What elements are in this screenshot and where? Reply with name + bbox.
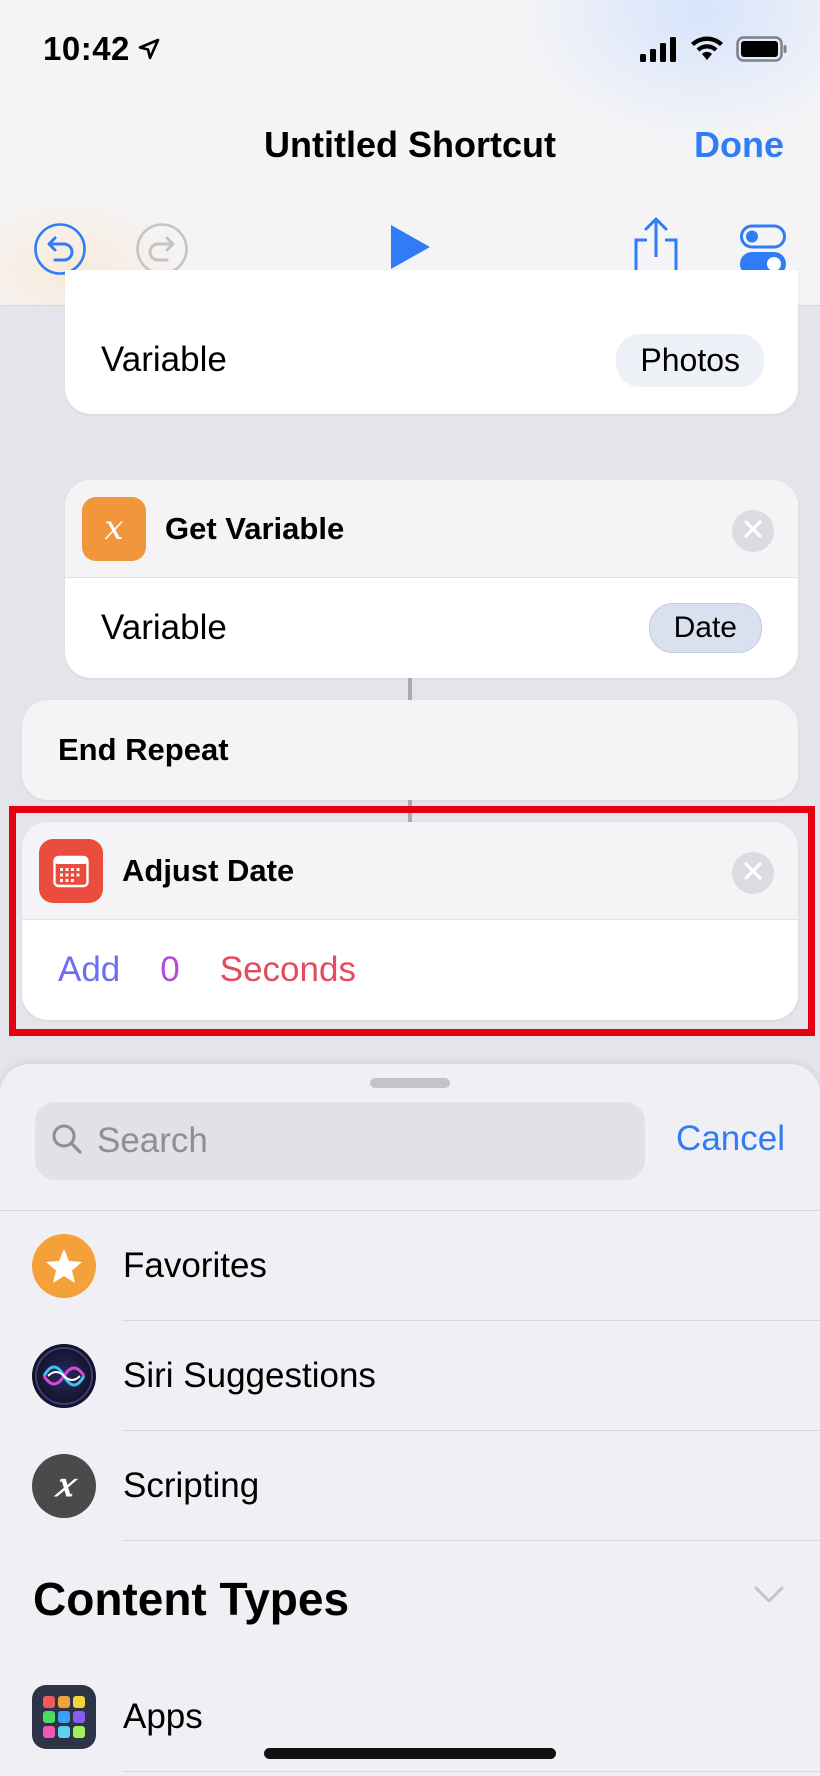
list-item-label: Apps — [123, 1697, 203, 1736]
variable-token-photos[interactable]: Photos — [616, 333, 764, 387]
search-input[interactable] — [97, 1121, 597, 1161]
list-item-label: Favorites — [123, 1246, 267, 1285]
svg-text:𝑥: 𝑥 — [53, 1466, 79, 1504]
variable-label: Variable — [101, 340, 227, 379]
variable-x-icon: 𝑥 — [82, 496, 146, 561]
svg-text:𝑥: 𝑥 — [104, 509, 123, 548]
highlight-box — [9, 806, 815, 1036]
navigation-header: 10:42 Untitled Shortcut Done — [0, 0, 820, 306]
get-variable-row: Variable Date — [65, 578, 798, 678]
set-variable-card[interactable]: Variable Photos — [65, 270, 798, 414]
get-variable-header: 𝑥 Get Variable — [65, 480, 798, 578]
end-repeat-card[interactable]: End Repeat — [22, 700, 798, 800]
variable-token-date[interactable]: Date — [648, 603, 762, 653]
list-item-label: Siri Suggestions — [123, 1356, 376, 1395]
sheet-grabber[interactable] — [370, 1078, 450, 1088]
list-item-label: Scripting — [123, 1466, 260, 1505]
list-item-siri-suggestions[interactable]: Siri Suggestions — [0, 1321, 820, 1431]
wifi-icon — [690, 36, 724, 67]
section-title-content-types: Content Types — [33, 1573, 350, 1625]
status-bar-indicators — [640, 36, 788, 67]
cellular-signal-icon — [640, 36, 678, 67]
apps-grid-icon — [32, 1685, 96, 1749]
search-bar[interactable] — [35, 1102, 645, 1180]
remove-get-variable-button[interactable] — [732, 510, 774, 552]
list-item-favorites[interactable]: Favorites — [0, 1211, 820, 1321]
status-bar-time: 10:42 — [43, 30, 160, 68]
get-variable-card[interactable]: 𝑥 Get Variable Variable Date — [65, 480, 798, 678]
battery-icon — [736, 36, 788, 67]
status-time-text: 10:42 — [43, 30, 130, 67]
run-button[interactable] — [386, 222, 434, 277]
list-item-scripting[interactable]: 𝑥 Scripting — [0, 1431, 820, 1541]
play-icon — [386, 222, 434, 277]
row-separator — [122, 1540, 820, 1541]
action-picker-sheet: Cancel Favorites Siri Suggestions 𝑥 S — [0, 1064, 820, 1776]
flow-connector — [408, 678, 412, 700]
done-button[interactable]: Done — [694, 124, 784, 166]
variable-label: Variable — [101, 608, 227, 647]
end-repeat-title: End Repeat — [58, 732, 229, 767]
variable-row: Variable Photos — [65, 310, 798, 410]
cancel-button[interactable]: Cancel — [676, 1119, 785, 1159]
search-icon — [51, 1123, 83, 1160]
close-icon — [744, 519, 762, 543]
home-indicator[interactable] — [264, 1748, 556, 1759]
siri-icon — [32, 1344, 96, 1408]
get-variable-title: Get Variable — [165, 510, 345, 546]
row-separator — [122, 1771, 820, 1772]
location-arrow-icon — [138, 30, 160, 68]
script-x-icon: 𝑥 — [32, 1454, 96, 1518]
header-glow — [520, 0, 820, 140]
star-icon — [32, 1234, 96, 1298]
chevron-down-icon[interactable] — [754, 1586, 784, 1609]
